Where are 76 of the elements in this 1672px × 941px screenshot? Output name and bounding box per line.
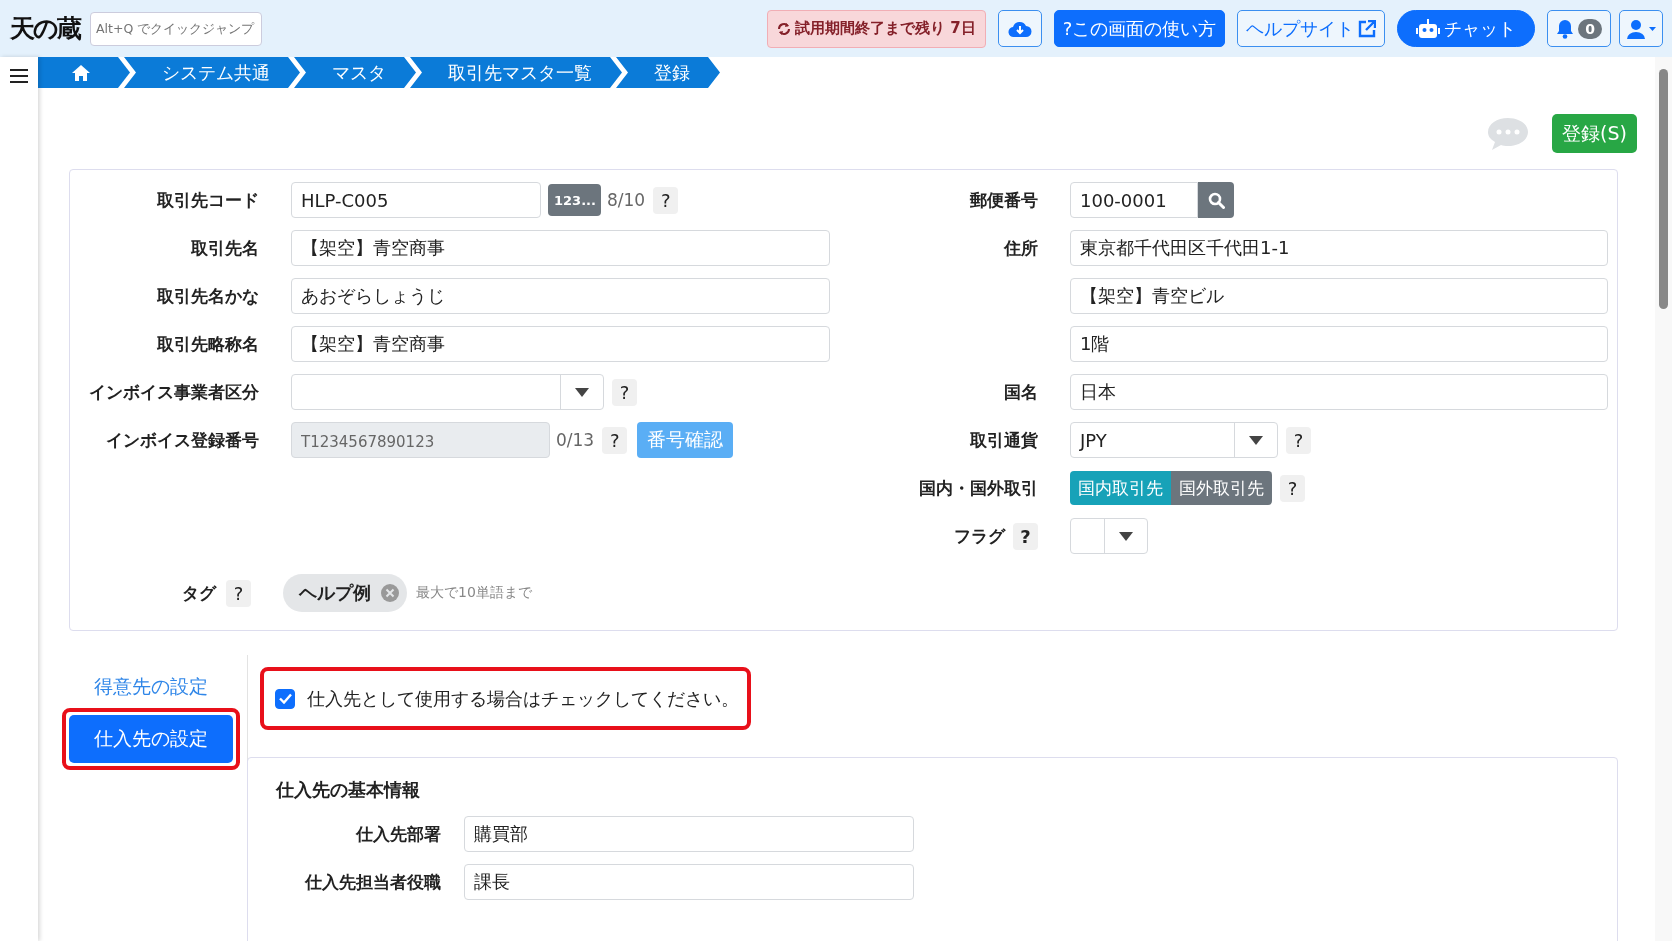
field-label: 国名 [1003, 380, 1039, 404]
tag-chip[interactable]: ヘルプ例 [283, 574, 407, 612]
settings-tab[interactable]: 仕入先の設定 [69, 715, 233, 763]
notification-button[interactable]: 0 [1547, 10, 1611, 47]
quick-jump-field[interactable]: Alt+Q でクイックジャンプ [90, 11, 262, 46]
char-counter: 0/13 [556, 430, 595, 450]
trial-notice: 試用期間終了まで残り 7日 [767, 9, 986, 48]
chat-button[interactable]: チャット [1397, 10, 1536, 47]
settings-tab[interactable]: 得意先の設定 [69, 663, 233, 711]
caret-icon [575, 387, 589, 397]
input-field[interactable]: 東京都千代田区千代田1-1 [1070, 230, 1608, 266]
dropdown[interactable] [1070, 518, 1148, 554]
segment-tab[interactable]: 国外取引先 [1171, 471, 1272, 505]
input-field[interactable]: 【架空】青空商事 [291, 326, 830, 362]
menu-icon[interactable] [10, 67, 28, 85]
input-field[interactable]: 1階 [1070, 326, 1608, 362]
check-icon [278, 693, 292, 704]
dropdown[interactable]: JPY [1070, 422, 1278, 458]
help-button[interactable]: ?この画面の使い方 [1053, 10, 1226, 47]
caret-icon [1249, 435, 1263, 445]
field-label: 仕入先担当者役職 [304, 870, 442, 894]
input-field[interactable]: 日本 [1070, 374, 1608, 410]
refresh-icon [777, 21, 791, 36]
search-button[interactable] [1198, 182, 1234, 218]
input-field[interactable]: 課長 [464, 864, 914, 900]
tag-hint: 最大で10単語まで [416, 584, 532, 602]
notification-count: 0 [1578, 18, 1602, 39]
field-label: 取引先名かな [156, 284, 260, 308]
help-icon[interactable]: ? [612, 378, 637, 406]
scrollbar[interactable] [1655, 57, 1672, 941]
field-label: 取引先名 [190, 236, 260, 260]
field-label: インボイス登録番号 [105, 428, 260, 452]
field-label: 住所 [1003, 236, 1039, 260]
input-field[interactable]: 【架空】青空商事 [291, 230, 830, 266]
user-menu-button[interactable] [1619, 10, 1663, 47]
search-icon [1207, 191, 1225, 209]
help-icon[interactable]: ? [653, 186, 679, 214]
help-site-link[interactable]: ヘルプサイト [1237, 10, 1386, 47]
field-label: 仕入先部署 [355, 822, 442, 846]
generate-button[interactable]: 123... [548, 184, 601, 216]
home-link[interactable] [38, 57, 130, 88]
char-counter: 8/10 [607, 190, 646, 210]
field-label: 取引通貨 [969, 428, 1039, 452]
checkbox[interactable] [275, 688, 295, 709]
help-icon[interactable]: ? [1280, 474, 1305, 502]
help-icon[interactable]: ? [226, 579, 251, 607]
breadcrumb-link[interactable]: システム共通 [124, 57, 300, 88]
field-label: 郵便番号 [969, 188, 1039, 212]
field-label: インボイス事業者区分 [88, 380, 260, 404]
field-label: フラグ [954, 524, 1005, 548]
input-field[interactable]: 【架空】青空ビル [1070, 278, 1608, 314]
field-label: タグ [181, 581, 216, 605]
download-button[interactable] [997, 10, 1042, 47]
caret-icon [1119, 531, 1133, 541]
input-field[interactable]: 購買部 [464, 816, 914, 852]
breadcrumb-link[interactable]: マスタ [294, 57, 416, 88]
external-link-icon [1358, 19, 1377, 38]
input-field[interactable]: HLP-C005 [291, 182, 541, 218]
input-field[interactable]: あおぞらしょうじ [291, 278, 830, 314]
user-icon [1626, 18, 1656, 39]
cloud-download-icon [1007, 19, 1032, 38]
breadcrumb-link[interactable]: 取引先マスタ一覧 [410, 57, 622, 88]
checkbox-label: 仕入先として使用する場合はチェックしてください。 [307, 686, 739, 711]
section-title: 仕入先の基本情報 [276, 778, 421, 802]
breadcrumb-link[interactable]: 登録 [616, 57, 720, 88]
robot-icon [1416, 18, 1441, 39]
logo[interactable]: 天の蔵 [10, 12, 80, 45]
remove-icon[interactable] [381, 584, 399, 602]
input-field[interactable]: 100-0001 [1070, 182, 1198, 218]
help-icon[interactable]: ? [1286, 426, 1311, 454]
field-label: 取引先略称名 [156, 332, 260, 356]
field-label: 取引先コード [156, 188, 260, 212]
field-label: 国内・国外取引 [918, 476, 1039, 500]
help-icon[interactable]: ? [1013, 522, 1038, 550]
bell-icon [1556, 18, 1575, 39]
home-icon [72, 64, 90, 81]
